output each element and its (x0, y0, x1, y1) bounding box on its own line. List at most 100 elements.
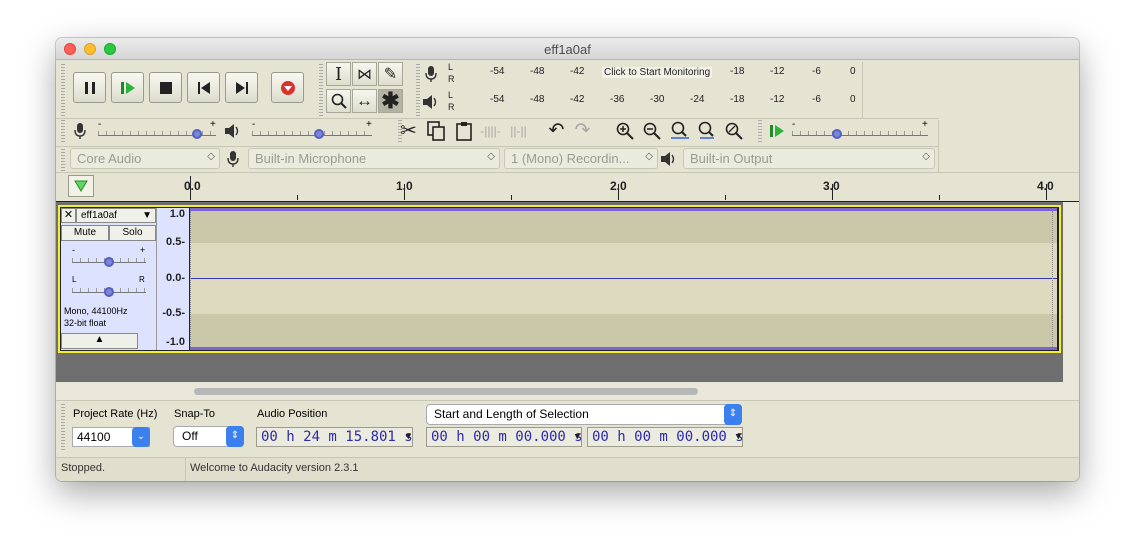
clip-edge-left[interactable] (190, 211, 193, 347)
copy-icon (426, 120, 445, 141)
stop-icon (159, 81, 172, 94)
zoom-in-icon (616, 122, 634, 140)
meter-toolbar-grip[interactable] (416, 64, 420, 116)
record-meter-left-label: L (448, 62, 454, 72)
mute-button[interactable]: Mute (61, 225, 109, 241)
chevron-down-icon[interactable]: ⌄ (132, 427, 150, 447)
toolbar-separator (56, 400, 1079, 401)
track-name-menu[interactable]: eff1a0af ▼ (76, 208, 156, 223)
timeline-ruler[interactable] (56, 172, 1079, 202)
click-to-start-monitoring[interactable]: Click to Start Monitoring (602, 67, 713, 78)
pan-thumb[interactable] (104, 287, 114, 297)
track-name: eff1a0af (81, 210, 117, 221)
chevron-updown-icon[interactable]: ⇕ (226, 426, 244, 447)
play-speed-thumb[interactable] (832, 129, 842, 139)
input-device-icon-wrap (226, 150, 240, 173)
transport-toolbar-grip[interactable] (61, 64, 65, 116)
track-collapse-button[interactable]: ▲ (61, 333, 138, 349)
zoom-in-button[interactable] (612, 118, 637, 143)
selection-tool[interactable]: I (326, 62, 351, 86)
zoom-out-button[interactable] (639, 118, 664, 143)
play-button[interactable] (111, 72, 144, 103)
device-toolbar-grip[interactable] (61, 149, 65, 171)
skip-to-end-button[interactable] (225, 72, 258, 103)
record-meter-right-label: R (448, 74, 455, 84)
magnifier-icon (331, 93, 347, 109)
recording-volume-max: + (210, 119, 216, 130)
recording-device-select[interactable]: Built-in Microphone ◇ (248, 148, 500, 169)
play-at-speed-toolbar-grip[interactable] (758, 120, 762, 144)
waveform-area[interactable] (190, 208, 1057, 350)
envelope-tool[interactable]: ⋈ (352, 62, 377, 86)
record-meter-tick: -48 (530, 66, 545, 77)
trim-audio-button[interactable]: -||||- (478, 118, 503, 143)
pinned-play-head-button[interactable] (68, 175, 94, 197)
play-meter-tick: -36 (610, 94, 625, 105)
zoom-tool[interactable] (326, 89, 351, 113)
track-close-button[interactable]: ✕ (61, 208, 76, 223)
cut-button[interactable]: ✂ (396, 118, 421, 143)
redo-button[interactable]: ↷ (570, 118, 595, 143)
solo-button[interactable]: Solo (109, 225, 156, 241)
record-meter-tick: -18 (730, 66, 745, 77)
record-meter[interactable]: -54 -48 -42 Click to Start Monitoring -1… (456, 64, 862, 84)
playback-device-select[interactable]: Built-in Output ◇ (683, 148, 935, 169)
selection-start-control[interactable]: 00 h 00 m 00.000 s ▼ (426, 427, 582, 447)
playback-volume-thumb[interactable] (314, 129, 324, 139)
audio-host-select[interactable]: Core Audio ◇ (70, 148, 220, 169)
chevron-updown-icon[interactable]: ⇕ (724, 404, 742, 425)
microphone-icon (227, 151, 239, 167)
pause-button[interactable] (73, 72, 106, 103)
clip-edge-right[interactable] (1052, 211, 1055, 347)
mixer-toolbar-grip[interactable] (61, 120, 65, 144)
play-at-speed-button[interactable] (764, 118, 789, 143)
zoom-toggle-icon (725, 122, 743, 140)
vertical-scrollbar[interactable] (1063, 202, 1079, 382)
ruler-label: 0.0 (184, 179, 201, 193)
audio-position-control[interactable]: 00 h 24 m 15.801 s ▼ (256, 427, 413, 447)
status-message: Welcome to Audacity version 2.3.1 (190, 462, 359, 474)
record-meter-tick: -12 (770, 66, 785, 77)
vertical-ruler[interactable]: 1.0 0.5- 0.0- -0.5- -1.0 (156, 208, 189, 350)
skip-to-start-button[interactable] (187, 72, 220, 103)
undo-button[interactable]: ↶ (544, 118, 569, 143)
silence-audio-button[interactable]: ||-|| (506, 118, 531, 143)
horizontal-scrollbar-thumb[interactable] (194, 388, 698, 395)
multi-tool[interactable]: ✱ (378, 88, 403, 113)
ruler-minor-tick (939, 195, 940, 200)
recording-volume-min: - (98, 119, 102, 130)
selection-length-control[interactable]: 00 h 00 m 00.000 s ▼ (587, 427, 743, 447)
tools-toolbar-grip[interactable] (319, 64, 323, 116)
record-meter-button[interactable] (421, 62, 441, 86)
play-speed-slider[interactable] (792, 135, 928, 136)
project-rate-combo[interactable]: 44100 ⌄ (72, 427, 150, 447)
recording-channels-select[interactable]: 1 (Mono) Recordin... ◇ (504, 148, 658, 169)
selection-toolbar-grip[interactable] (61, 404, 65, 450)
playback-volume-slider[interactable] (252, 135, 372, 136)
fit-project-button[interactable] (694, 118, 719, 143)
gain-thumb[interactable] (104, 257, 114, 267)
y-tick-label: 1.0 (169, 208, 185, 220)
recording-volume-thumb[interactable] (192, 129, 202, 139)
play-speed-min: - (792, 119, 796, 130)
play-meter[interactable]: -54 -48 -42 -36 -30 -24 -18 -12 -6 0 (456, 92, 862, 112)
ruler-label: 3.0 (823, 179, 840, 193)
envelope-top (190, 208, 1057, 211)
paste-button[interactable] (451, 118, 476, 143)
pause-icon (84, 81, 95, 94)
zoom-toggle-button[interactable] (721, 118, 746, 143)
play-meter-tick: -6 (812, 94, 821, 105)
copy-button[interactable] (423, 118, 448, 143)
selection-mode-select[interactable]: Start and Length of Selection ⇕ (426, 404, 742, 425)
fit-selection-button[interactable] (667, 118, 692, 143)
ruler-label: 4.0 (1037, 179, 1054, 193)
snap-to-select[interactable]: Off ⇕ (173, 426, 244, 447)
snap-to-label: Snap-To (174, 408, 215, 420)
stop-button[interactable] (149, 72, 182, 103)
record-button[interactable] (271, 72, 304, 103)
selection-mode-value: Start and Length of Selection (434, 407, 589, 421)
play-meter-tick: -12 (770, 94, 785, 105)
time-shift-tool[interactable]: ↔ (352, 89, 377, 113)
play-meter-button[interactable] (421, 90, 441, 114)
draw-tool[interactable]: ✎ (378, 62, 403, 86)
